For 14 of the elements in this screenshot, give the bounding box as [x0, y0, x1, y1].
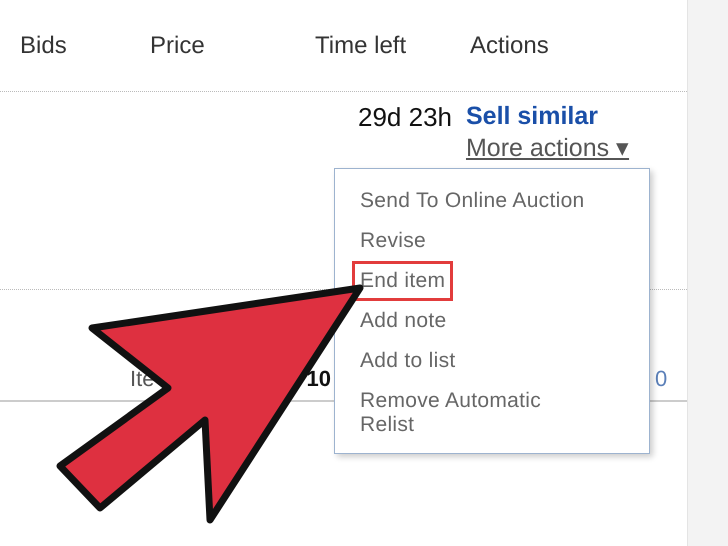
column-header: Bids: [20, 32, 68, 60]
column-header: Actions: [470, 32, 550, 60]
menu-item[interactable]: Revise: [352, 221, 598, 261]
menu-item[interactable]: Remove Automatic Relist: [352, 381, 598, 445]
column-header: Price: [150, 32, 206, 60]
table-cell: 10: [306, 366, 331, 392]
menu-item[interactable]: Send To Online Auction: [352, 181, 598, 221]
column-header: Time left: [315, 32, 408, 60]
sell-similar-link[interactable]: Sell similar: [466, 102, 630, 131]
time-left: 29d 23h: [358, 102, 452, 132]
more-actions-link[interactable]: More actions ▾: [466, 133, 630, 163]
table-cell: 0: [654, 366, 668, 392]
menu-item[interactable]: Add to list: [352, 341, 598, 381]
menu-item[interactable]: Add note: [352, 301, 598, 341]
